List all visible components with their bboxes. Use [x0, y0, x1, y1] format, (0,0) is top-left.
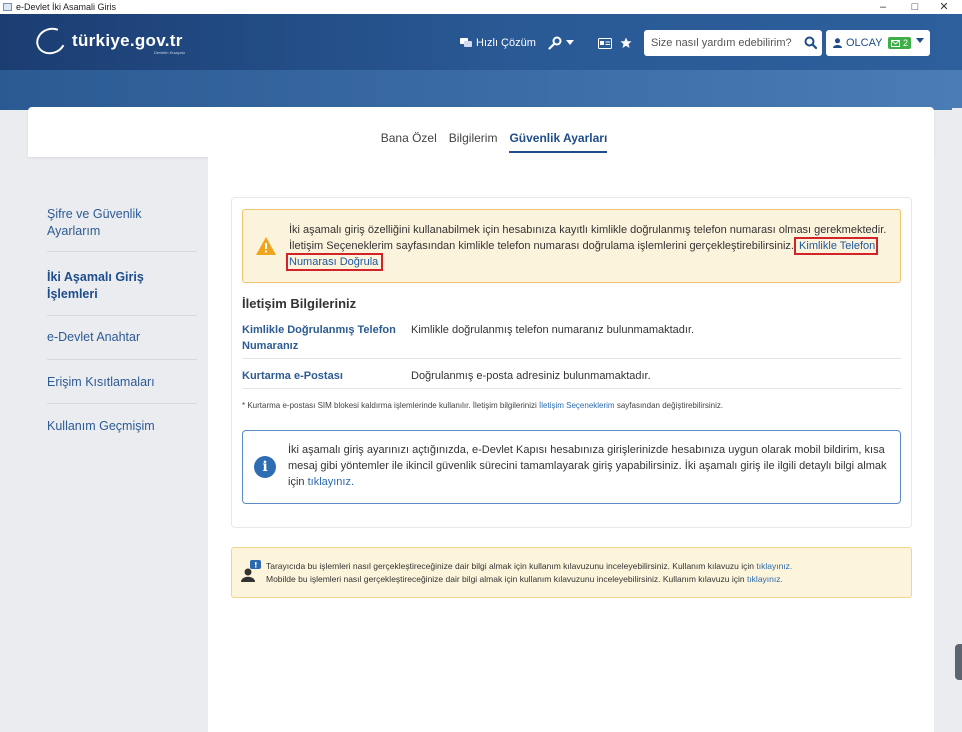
guide-line-mobile: Mobilde bu işlemleri nasıl gerçekleştire… — [266, 573, 792, 586]
favorites-button[interactable] — [620, 32, 632, 54]
info-icon: i — [254, 456, 276, 478]
tab-bana-ozel[interactable]: Bana Özel — [381, 131, 437, 153]
chevron-down-icon — [916, 38, 924, 43]
page-right-gutter — [952, 108, 962, 732]
email-label: Kurtarma e-Postası — [242, 370, 343, 382]
contact-options-link[interactable]: İletişim Seçeneklerim — [539, 401, 615, 410]
guide-mobile-link[interactable]: tıklayınız. — [747, 574, 783, 584]
guide-mobile-text: Mobilde bu işlemleri nasıl gerçekleştire… — [266, 574, 745, 584]
contact-section-title: İletişim Bilgileriniz — [242, 296, 357, 311]
logo-subtitle: Devletin Kısayolu — [154, 50, 185, 55]
star-icon — [620, 37, 632, 48]
wrench-icon — [548, 36, 562, 50]
email-value: Doğrulanmış e-posta adresiniz bulunmamak… — [411, 370, 651, 382]
search-box — [644, 30, 822, 56]
sidebar-item-sifre[interactable]: Şifre ve Güvenlik Ayarlarım — [47, 206, 197, 240]
guide-browser-text: Tarayıcıda bu işlemleri nasıl gerçekleşt… — [266, 561, 755, 571]
row-divider — [242, 358, 901, 359]
content-card: İki aşamalı giriş özelliğini kullanabilm… — [231, 197, 912, 528]
sidebar-item-gecmis[interactable]: Kullanım Geçmişim — [47, 418, 197, 435]
tabs-card: Bana Özel Bilgilerim Güvenlik Ayarları — [28, 107, 934, 157]
guide-text: Tarayıcıda bu işlemleri nasıl gerçekleşt… — [266, 560, 792, 586]
window-title: e-Devlet İki Asamali Giris — [16, 2, 117, 12]
phone-label: Kimlikle Doğrulanmış Telefon Numaranız — [242, 324, 396, 352]
row-divider — [242, 388, 901, 389]
sidebar-divider — [47, 315, 197, 316]
id-card-icon — [598, 37, 612, 49]
tab-guvenlik-ayarlari[interactable]: Güvenlik Ayarları — [509, 131, 608, 153]
maximize-button[interactable]: □ — [901, 0, 929, 14]
support-person-icon — [241, 560, 261, 582]
footnote-text-end: sayfasından değiştirebilirsiniz. — [616, 401, 724, 410]
warning-text: İki aşamalı giriş özelliğini kullanabilm… — [285, 222, 889, 271]
sidebar-item-anahtar[interactable]: e-Devlet Anahtar — [47, 329, 197, 346]
guide-line-browser: Tarayıcıda bu işlemleri nasıl gerçekleşt… — [266, 560, 792, 573]
window-titlebar: e-Devlet İki Asamali Giris – □ ✕ — [0, 0, 962, 14]
user-icon — [833, 38, 842, 48]
quick-solution-button[interactable]: Hızlı Çözüm — [460, 32, 536, 54]
logo-text: türkiye.gov.tr — [72, 31, 183, 50]
user-name: OLCAY — [846, 37, 883, 49]
recovery-footnote: * Kurtarma e-postası SIM blokesi kaldırm… — [242, 401, 723, 410]
side-widget-tab[interactable] — [955, 644, 962, 680]
info-text: İki aşamalı giriş ayarınızı açtığınızda,… — [288, 442, 893, 490]
sidebar-item-iki-asamali[interactable]: İki Aşamalı Giriş İşlemleri — [47, 269, 197, 303]
chat-icon — [460, 38, 472, 47]
mail-badge[interactable]: 2 — [888, 37, 912, 49]
site-header: türkiye.gov.tr Devletin Kısayolu Hızlı Ç… — [0, 14, 962, 70]
sidebar-item-erisim[interactable]: Erişim Kısıtlamaları — [47, 374, 197, 391]
sidebar-divider — [47, 359, 197, 360]
envelope-icon — [891, 40, 901, 47]
quick-solution-label: Hızlı Çözüm — [476, 37, 536, 49]
info-message: İki aşamalı giriş ayarınızı açtığınızda,… — [288, 444, 887, 488]
chevron-down-icon — [566, 40, 574, 45]
close-button[interactable]: ✕ — [930, 0, 958, 14]
tab-bilgilerim[interactable]: Bilgilerim — [449, 131, 498, 153]
footnote-text-start: * Kurtarma e-postası SIM blokesi kaldırm… — [242, 401, 537, 410]
main-tabs: Bana Özel Bilgilerim Güvenlik Ayarları — [28, 131, 934, 153]
minimize-button[interactable]: – — [869, 0, 897, 14]
header-band — [0, 70, 962, 110]
sidebar-divider — [47, 403, 197, 404]
mail-count: 2 — [903, 38, 909, 48]
guide-browser-link[interactable]: tıklayınız. — [756, 561, 792, 571]
site-logo[interactable]: türkiye.gov.tr Devletin Kısayolu — [32, 23, 206, 59]
logo-mark-icon — [32, 23, 70, 59]
tools-menu-button[interactable] — [548, 32, 574, 54]
sidebar-divider — [47, 251, 197, 252]
warning-icon — [256, 237, 276, 255]
main-content: İki aşamalı giriş özelliğini kullanabilm… — [208, 157, 934, 732]
id-card-button[interactable] — [598, 32, 612, 54]
user-menu-button[interactable]: OLCAY 2 — [826, 30, 930, 56]
app-icon — [3, 3, 12, 11]
sidebar: Şifre ve Güvenlik Ayarlarım İki Aşamalı … — [28, 176, 208, 732]
search-input[interactable] — [644, 37, 794, 49]
info-details-link[interactable]: tıklayınız. — [308, 476, 354, 488]
search-icon[interactable] — [804, 36, 817, 49]
warning-alert: İki aşamalı giriş özelliğini kullanabilm… — [242, 209, 901, 283]
phone-value: Kimlikle doğrulanmış telefon numaranız b… — [411, 324, 695, 336]
info-alert: i İki aşamalı giriş ayarınızı açtığınızd… — [242, 430, 901, 504]
user-guide-notice: Tarayıcıda bu işlemleri nasıl gerçekleşt… — [231, 547, 912, 598]
